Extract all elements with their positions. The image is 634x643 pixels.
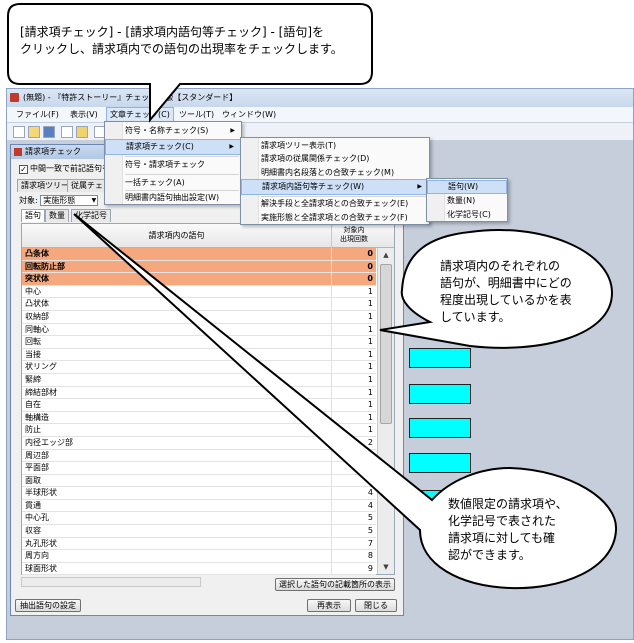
top-callout-line1: [請求項チェック] - [請求項内語句等チェック] - [語句]を bbox=[20, 25, 325, 39]
top-callout-line2: クリックし、請求項内での語句の出現率をチェックします。 bbox=[20, 42, 343, 56]
middle-callout-line: 請求項内のそれぞれの bbox=[440, 259, 561, 273]
bottom-callout-line: 請求項に対しても確 bbox=[448, 531, 556, 545]
pointer-line bbox=[82, 216, 422, 330]
top-callout-text: [請求項チェック] - [請求項内語句等チェック] - [語句]を クリックし、… bbox=[20, 24, 343, 58]
bottom-callout-text: 数値限定の請求項や、 化学記号で表された 請求項に対しても確 認ができます。 bbox=[448, 496, 568, 564]
bottom-callout-line: 数値限定の請求項や、 bbox=[448, 497, 568, 511]
middle-callout-line: しています。 bbox=[440, 310, 511, 324]
top-callout-shape bbox=[7, 3, 373, 123]
bottom-callout-line: 化学記号で表された bbox=[448, 514, 557, 528]
bottom-callout-line: 認ができます。 bbox=[448, 548, 531, 562]
middle-callout-line: 程度出現しているかを表 bbox=[440, 293, 572, 307]
middle-callout-line: 語句が、明細書中にどの bbox=[440, 276, 572, 290]
middle-callout-text: 請求項内のそれぞれの 語句が、明細書中にどの 程度出現しているかを表 しています… bbox=[440, 258, 572, 326]
